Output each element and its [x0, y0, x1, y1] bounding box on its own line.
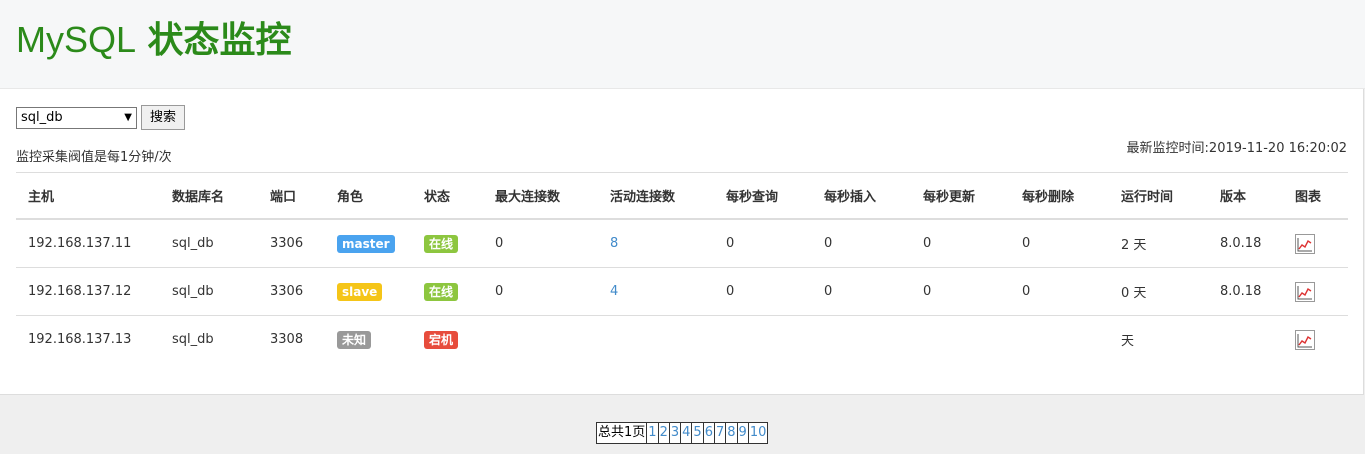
table-header-row: 主机 数据库名 端口 角色 状态 最大连接数 活动连接数 每秒查询 每秒插入 每…	[16, 172, 1348, 220]
chart-cell	[1283, 267, 1348, 316]
ups-cell: 0	[911, 219, 1010, 268]
uptime-cell: 2 天	[1109, 219, 1208, 268]
page-link[interactable]: 3	[668, 423, 680, 443]
uptime-cell: 0 天	[1109, 267, 1208, 316]
host-cell: 192.168.137.11	[16, 219, 160, 268]
host-cell: 192.168.137.13	[28, 332, 132, 347]
role-badge: slave	[337, 282, 383, 301]
chart-cell	[1283, 316, 1348, 364]
col-port: 端口	[258, 172, 325, 220]
status-badge: 在线	[424, 234, 459, 253]
frequency-text: 监控采集阀值是每1分钟/次	[16, 150, 172, 165]
page-link[interactable]: 8	[725, 423, 736, 443]
chart-icon[interactable]	[1295, 233, 1315, 254]
chart-icon[interactable]	[1295, 329, 1315, 350]
page-header: MySQL 状态监控	[0, 0, 1365, 89]
max-conn-cell: 0	[483, 219, 598, 268]
page-link[interactable]: 2	[657, 423, 669, 443]
ips-cell	[812, 316, 911, 364]
chart-icon[interactable]	[1295, 281, 1315, 302]
dps-cell: 0	[1010, 219, 1109, 268]
col-role: 角色	[325, 172, 412, 220]
col-status: 状态	[412, 172, 483, 220]
page-link[interactable]: 5	[691, 423, 702, 443]
col-host: 主机	[16, 172, 160, 220]
active-conn-link[interactable]: 8	[610, 236, 618, 251]
host-cell: 192.168.137.12	[16, 267, 160, 316]
port-cell: 3306	[258, 219, 325, 268]
active-conn-cell[interactable]: 8	[598, 219, 714, 268]
qps-cell: 0	[714, 219, 812, 268]
status-table: 主机 数据库名 端口 角色 状态 最大连接数 活动连接数 每秒查询 每秒插入 每…	[16, 172, 1348, 363]
role-badge: 未知	[337, 330, 372, 349]
db-cell: sql_db	[172, 332, 214, 347]
qps-cell	[714, 316, 812, 364]
page-link[interactable]: 6	[702, 423, 714, 443]
col-dps: 每秒删除	[1010, 172, 1109, 220]
port-cell: 3306	[258, 267, 325, 316]
status-cell: 在线	[412, 267, 483, 316]
dropdown-arrow-icon: ▼	[124, 112, 132, 123]
col-version: 版本	[1208, 172, 1283, 220]
col-active-conn: 活动连接数	[598, 172, 714, 220]
page-title: MySQL 状态监控	[16, 18, 292, 63]
ips-cell: 0	[812, 267, 911, 316]
col-db: 数据库名	[160, 172, 258, 220]
status-cell: 在线	[412, 219, 483, 268]
ips-cell: 0	[812, 219, 911, 268]
db-select-value: sql_db	[21, 110, 63, 125]
page-link[interactable]: 9	[736, 423, 748, 443]
status-badge: 宕机	[424, 330, 459, 349]
active-conn-link[interactable]: 4	[610, 284, 618, 299]
col-chart: 图表	[1283, 172, 1348, 220]
max-conn-cell	[483, 316, 598, 364]
monitor-panel: sql_db ▼ 搜索 监控采集阀值是每1分钟/次 最新监控时间:2019-11…	[0, 89, 1364, 395]
col-uptime: 运行时间	[1109, 172, 1208, 220]
page-link[interactable]: 10	[747, 423, 768, 443]
col-ups: 每秒更新	[911, 172, 1010, 220]
version-cell: 8.0.18	[1208, 219, 1283, 268]
max-conn-cell: 0	[483, 267, 598, 316]
table-row: 192.168.137.12 sql_db 3306 slave 在线 0 4 …	[16, 267, 1348, 316]
pagination: 总共1页 1 2 3 4 5 6 7 8 9 10	[596, 422, 769, 444]
col-ips: 每秒插入	[812, 172, 911, 220]
search-button[interactable]: 搜索	[141, 105, 185, 130]
uptime-cell: 天	[1121, 334, 1135, 349]
status-badge: 在线	[424, 282, 459, 301]
db-cell: sql_db	[160, 267, 258, 316]
col-qps: 每秒查询	[714, 172, 812, 220]
page-link[interactable]: 7	[713, 423, 725, 443]
ups-cell	[911, 316, 1010, 364]
page-link[interactable]: 1	[646, 423, 657, 443]
port-cell: 3308	[270, 332, 304, 347]
table-row: 192.168.137.11 sql_db 3306 master 在线 0 8…	[16, 219, 1348, 268]
qps-cell: 0	[714, 267, 812, 316]
pagination-total: 总共1页	[598, 425, 646, 440]
version-cell	[1208, 316, 1283, 364]
last-monitor-time: 最新监控时间:2019-11-20 16:20:02	[1126, 141, 1347, 156]
role-cell: slave	[325, 267, 412, 316]
version-cell: 8.0.18	[1208, 267, 1283, 316]
title-en: MySQL	[16, 19, 137, 60]
dps-cell	[1010, 316, 1109, 364]
db-select[interactable]: sql_db ▼	[16, 107, 137, 129]
chart-cell	[1283, 219, 1348, 268]
active-conn-cell	[598, 316, 714, 364]
page-link[interactable]: 4	[680, 423, 691, 443]
col-max-conn: 最大连接数	[483, 172, 598, 220]
title-cn: 状态监控	[147, 20, 292, 61]
active-conn-cell[interactable]: 4	[598, 267, 714, 316]
role-badge: master	[337, 234, 395, 253]
role-cell: master	[325, 219, 412, 268]
role-cell: 未知	[325, 316, 412, 364]
dps-cell: 0	[1010, 267, 1109, 316]
status-cell: 宕机	[412, 316, 483, 364]
table-row: 192.168.137.13 sql_db 3308 未知 宕机 天	[16, 316, 1348, 364]
ups-cell: 0	[911, 267, 1010, 316]
db-cell: sql_db	[160, 219, 258, 268]
